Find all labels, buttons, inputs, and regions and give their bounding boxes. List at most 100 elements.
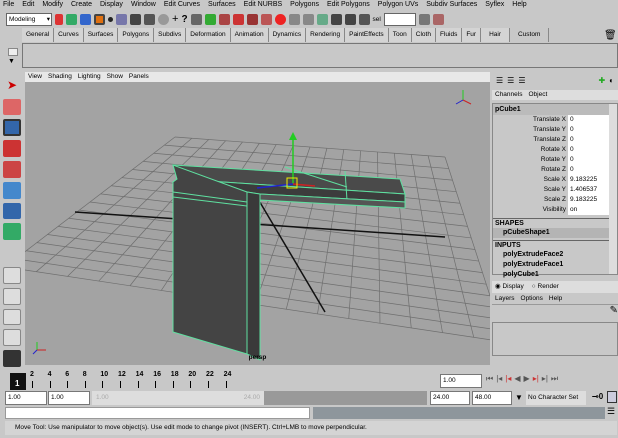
time-slider[interactable]: 1 2 4 6 8 10 12 14 16 18 20 22 24	[0, 370, 434, 390]
deform-mask-icon[interactable]	[144, 13, 155, 25]
vp-menu-lighting[interactable]: Lighting	[78, 72, 101, 82]
auto-key-icon[interactable]: ⊸0	[592, 392, 603, 401]
object-menu[interactable]: Object	[528, 90, 547, 100]
step-back-key-icon[interactable]: |◂	[496, 374, 502, 384]
tab-fluids[interactable]: Fluids	[435, 28, 463, 42]
tab-curves[interactable]: Curves	[54, 28, 84, 42]
current-time-field[interactable]: 1.00	[440, 374, 482, 388]
outliner-layout-icon[interactable]	[3, 329, 21, 347]
snap-grid-icon[interactable]	[218, 13, 230, 25]
scale-tool-icon[interactable]	[3, 161, 21, 178]
channel-row[interactable]: Scale X 9.183225	[493, 175, 617, 185]
mode-select[interactable]: Modeling	[6, 12, 52, 26]
vp-menu-view[interactable]: View	[28, 72, 42, 82]
step-forward-frame-icon[interactable]: ▸|	[533, 374, 539, 384]
channel-box-toggle-icon[interactable]	[418, 13, 430, 25]
character-set-dropdown-icon[interactable]: ▼	[515, 393, 523, 402]
four-pane-layout-icon[interactable]	[3, 287, 21, 305]
channel-box-scrollbar[interactable]	[609, 104, 617, 274]
channel-box-layout-icon[interactable]: ☰	[496, 76, 503, 86]
question-mask-icon[interactable]: ?	[181, 14, 187, 25]
tab-general[interactable]: General	[22, 28, 55, 42]
menu-edit-curves[interactable]: Edit Curves	[164, 0, 200, 10]
menu-polygons[interactable]: Polygons	[290, 0, 319, 10]
character-set-field[interactable]: No Character Set	[526, 391, 586, 405]
input-node[interactable]: polyCube1	[493, 270, 617, 280]
channel-box-layout3-icon[interactable]: ☰	[518, 76, 525, 86]
vp-menu-panels[interactable]: Panels	[129, 72, 149, 82]
lock-icon[interactable]	[190, 13, 202, 25]
tab-toon[interactable]: Toon	[388, 28, 412, 42]
render-layer-radio[interactable]: ○ Render	[532, 281, 559, 293]
go-to-start-icon[interactable]: ⏮	[486, 374, 493, 384]
menu-surfaces[interactable]: Surfaces	[208, 0, 236, 10]
tab-cloth[interactable]: Cloth	[411, 28, 436, 42]
menu-edit-nurbs[interactable]: Edit NURBS	[244, 0, 283, 10]
channel-row[interactable]: Translate X0	[493, 115, 617, 125]
channel-row[interactable]: Rotate Y0	[493, 155, 617, 165]
tab-dynamics[interactable]: Dynamics	[268, 28, 307, 42]
new-layer-icon[interactable]: ✎	[492, 304, 618, 322]
help-menu[interactable]: Help	[549, 293, 562, 304]
surface-mask-icon[interactable]	[130, 13, 141, 25]
input-node[interactable]: polyExtrudeFace1	[493, 260, 617, 270]
go-to-end-icon[interactable]: ⏭	[551, 374, 558, 384]
display-layer-radio[interactable]: ◉ Display	[495, 281, 524, 293]
script-editor-icon[interactable]: ☰	[607, 406, 615, 417]
manipulator-tool-icon[interactable]	[3, 181, 21, 199]
channel-row[interactable]: Visibility on	[493, 205, 617, 215]
channel-row[interactable]: Rotate Z0	[493, 165, 617, 175]
tab-subdivs[interactable]: Subdivs	[154, 28, 187, 42]
tab-painteffects[interactable]: PaintEffects	[345, 28, 389, 42]
select-by-object-icon[interactable]	[66, 13, 77, 25]
snap-curve-icon[interactable]	[232, 13, 244, 25]
start-time-field[interactable]: 1.00	[5, 391, 47, 405]
point-mask-icon[interactable]	[108, 16, 113, 22]
current-frame-marker[interactable]: 1	[10, 373, 26, 390]
shape-node[interactable]: pCubeShape1	[493, 228, 617, 238]
mask-object-icon[interactable]	[94, 13, 105, 25]
tab-surfaces[interactable]: Surfaces	[83, 28, 119, 42]
dynamics-mask-icon[interactable]	[158, 13, 169, 25]
channel-row[interactable]: Rotate X0	[493, 145, 617, 155]
misc-mask-icon[interactable]: +	[172, 13, 178, 25]
menu-subdiv-surfaces[interactable]: Subdiv Surfaces	[426, 0, 477, 10]
play-backward-icon[interactable]: ◀	[514, 374, 520, 384]
menu-create[interactable]: Create	[71, 0, 92, 10]
ipr-render-icon[interactable]	[344, 13, 356, 25]
tab-animation[interactable]: Animation	[230, 28, 269, 42]
shading-icon[interactable]: ◐	[609, 76, 614, 86]
snap-point-icon[interactable]	[246, 13, 258, 25]
select-tool-icon[interactable]: ➤	[3, 78, 21, 95]
tab-fur[interactable]: Fur	[462, 28, 482, 42]
last-tool-icon[interactable]	[3, 223, 21, 241]
two-pane-layout-icon[interactable]	[3, 308, 21, 326]
soft-mod-tool-icon[interactable]	[3, 202, 21, 220]
hypershade-layout-icon[interactable]	[3, 350, 21, 367]
render-globals-icon[interactable]	[358, 13, 370, 25]
select-by-component-icon[interactable]	[80, 13, 91, 25]
tab-rendering[interactable]: Rendering	[306, 28, 346, 42]
quick-select-input[interactable]	[383, 12, 416, 26]
options-menu[interactable]: Options	[521, 293, 543, 304]
vp-menu-show[interactable]: Show	[107, 72, 123, 82]
attribute-editor-toggle-icon[interactable]	[432, 13, 444, 25]
menu-display[interactable]: Display	[100, 0, 123, 10]
range-slider-handle[interactable]: 1.00 24.00	[92, 391, 264, 405]
output-icon[interactable]	[302, 13, 314, 25]
end-time-field[interactable]: 48.00	[472, 391, 512, 405]
rotate-tool-icon[interactable]	[3, 140, 21, 158]
move-tool-icon[interactable]	[3, 119, 21, 137]
tab-polygons[interactable]: Polygons	[118, 28, 155, 42]
magnet-icon[interactable]	[274, 13, 286, 25]
menu-polygon-uvs[interactable]: Polygon UVs	[378, 0, 418, 10]
input-icon[interactable]	[288, 13, 300, 25]
menu-syflex[interactable]: Syflex	[485, 0, 504, 10]
command-line-input[interactable]	[5, 407, 310, 419]
step-back-frame-icon[interactable]: |◂	[505, 374, 511, 384]
lasso-tool-icon[interactable]	[3, 98, 21, 116]
playback-end-field[interactable]: 24.00	[430, 391, 470, 405]
input-node[interactable]: polyExtrudeFace2	[493, 250, 617, 260]
render-icon[interactable]	[330, 13, 342, 25]
single-pane-layout-icon[interactable]	[3, 266, 21, 284]
